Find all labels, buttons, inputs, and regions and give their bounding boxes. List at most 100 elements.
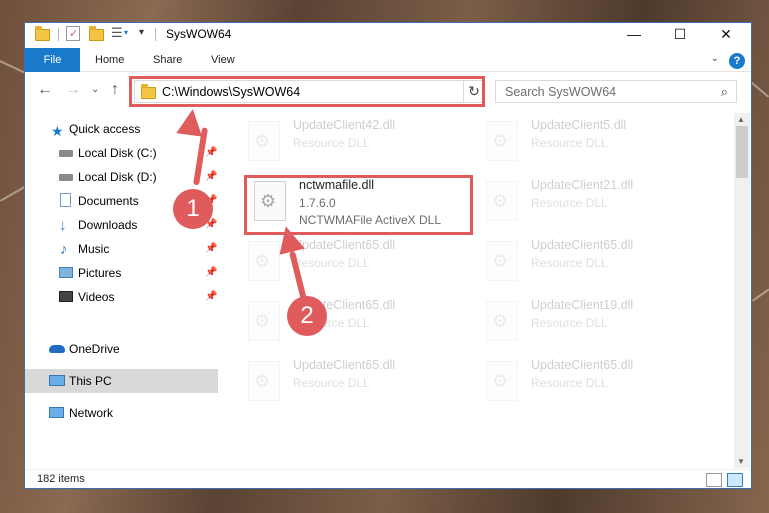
item-count: 182 items [37, 473, 85, 485]
sidebar-item-label: Downloads [78, 218, 138, 232]
address-highlight-box [129, 76, 485, 107]
sidebar-item-label: Local Disk (C:) [78, 146, 157, 160]
file-highlight-box [244, 175, 473, 235]
tab-file[interactable]: File [25, 48, 80, 72]
drive-icon [59, 150, 73, 157]
documents-icon [60, 193, 71, 207]
sidebar-item-music[interactable]: ♪ Music 📌 [25, 237, 218, 261]
ribbon-tabs: File Home Share View ⌄ ? [25, 48, 751, 72]
sidebar-item-label: Videos [78, 290, 115, 304]
sidebar-item-label: Documents [78, 194, 139, 208]
minimize-button[interactable]: — [611, 23, 657, 47]
up-arrow-icon[interactable]: ↑ [111, 81, 119, 99]
list-item[interactable]: UpdateClient65.dll Resource DLL [241, 237, 471, 297]
dll-file-icon [248, 361, 280, 401]
status-bar: 182 items [25, 469, 751, 488]
tab-home[interactable]: Home [95, 48, 124, 72]
back-arrow-icon[interactable]: ← [37, 81, 53, 99]
pin-icon[interactable]: 📌 [205, 141, 217, 165]
new-folder-icon[interactable] [89, 26, 104, 41]
list-item[interactable]: UpdateClient21.dll Resource DLL [479, 177, 709, 237]
sidebar-item-local-disk-c[interactable]: Local Disk (C:) 📌 [25, 141, 218, 165]
scroll-up-icon[interactable]: ▲ [737, 115, 745, 124]
pin-icon[interactable]: 📌 [205, 285, 217, 309]
drive-icon [59, 174, 73, 181]
file-type: Resource DLL [293, 256, 370, 270]
file-type: Resource DLL [531, 376, 608, 390]
cloud-icon [49, 345, 65, 353]
file-name: UpdateClient65.dll [531, 358, 634, 372]
list-item[interactable]: UpdateClient19.dll Resource DLL [479, 297, 709, 357]
file-name: UpdateClient65.dll [293, 358, 396, 372]
dll-file-icon [486, 361, 518, 401]
sidebar-item-videos[interactable]: Videos 📌 [25, 285, 218, 309]
dll-file-icon [248, 241, 280, 281]
videos-icon [59, 291, 73, 302]
properties-icon[interactable]: ✓ [66, 26, 80, 41]
dll-file-icon [486, 241, 518, 281]
details-view-icon[interactable] [706, 473, 722, 487]
help-button[interactable]: ? [729, 53, 745, 69]
expand-ribbon-icon[interactable]: ⌄ [711, 53, 719, 64]
dll-file-icon [486, 301, 518, 341]
sidebar-item-network[interactable]: Network [25, 401, 218, 425]
computer-icon [49, 375, 65, 386]
file-type: Resource DLL [531, 256, 608, 270]
pin-icon[interactable]: 📌 [205, 261, 217, 285]
navigation-bar: ← → ⌄ ↑ C:\Windows\SysWOW64 ⌄ ↻ Search S… [25, 73, 751, 109]
file-type: Resource DLL [531, 316, 608, 330]
file-name: UpdateClient21.dll [531, 178, 634, 192]
customize-toolbar-icon[interactable]: ☰ ▾ [111, 25, 128, 41]
list-item[interactable]: UpdateClient65.dll Resource DLL [241, 357, 471, 417]
list-item[interactable]: UpdateClient65.dll Resource DLL [479, 357, 709, 417]
pictures-icon [59, 267, 73, 278]
file-type: Resource DLL [293, 376, 370, 390]
search-icon[interactable]: ⌕ [721, 84, 728, 100]
vertical-scrollbar[interactable]: ▲ ▼ [734, 113, 750, 468]
step-badge-1: 1 [173, 189, 213, 229]
tab-share[interactable]: Share [153, 48, 182, 72]
file-name: UpdateClient42.dll [293, 118, 396, 132]
sidebar-item-label: Music [78, 242, 110, 256]
list-item[interactable]: UpdateClient5.dll Resource DLL [479, 117, 709, 177]
forward-arrow-icon[interactable]: → [65, 81, 81, 99]
file-name: UpdateClient5.dll [531, 118, 627, 132]
dll-file-icon [248, 121, 280, 161]
folder-icon[interactable] [35, 26, 50, 41]
close-button[interactable]: ✕ [703, 23, 749, 47]
pin-icon[interactable]: 📌 [205, 237, 217, 261]
maximize-button[interactable]: ☐ [657, 23, 703, 47]
sidebar-item-onedrive[interactable]: OneDrive [25, 337, 218, 361]
sidebar-item-local-disk-d[interactable]: Local Disk (D:) 📌 [25, 165, 218, 189]
dropdown-icon[interactable]: ▾ [139, 27, 144, 42]
list-item[interactable]: UpdateClient42.dll Resource DLL [241, 117, 471, 177]
tab-view[interactable]: View [211, 48, 235, 72]
window-title: SysWOW64 [166, 27, 232, 41]
list-item[interactable]: UpdateClient65.dll Resource DLL [241, 297, 471, 357]
sidebar-item-label: OneDrive [69, 342, 120, 356]
search-input[interactable]: Search SysWOW64 [505, 85, 616, 99]
sidebar-item-this-pc[interactable]: This PC [25, 369, 218, 393]
title-bar: ✓ ☰ ▾ ▾ SysWOW64 — ☐ ✕ [25, 23, 751, 47]
sidebar-item-label: Pictures [78, 266, 122, 280]
sidebar-item-label: Local Disk (D:) [78, 170, 157, 184]
file-type: Resource DLL [531, 196, 608, 210]
file-type: Resource DLL [531, 136, 608, 150]
music-icon: ♪ [60, 241, 68, 258]
search-box[interactable]: Search SysWOW64 ⌕ [495, 80, 737, 103]
sidebar-item-label: Quick access [69, 122, 141, 136]
dll-file-icon [248, 301, 280, 341]
file-name: UpdateClient65.dll [531, 238, 634, 252]
scrollbar-thumb[interactable] [736, 126, 748, 178]
sidebar-item-pictures[interactable]: Pictures 📌 [25, 261, 218, 285]
file-type: Resource DLL [293, 136, 370, 150]
dll-file-icon [486, 181, 518, 221]
large-icons-view-icon[interactable] [727, 473, 743, 487]
network-icon [49, 407, 64, 418]
recent-locations-chevron-icon[interactable]: ⌄ [91, 84, 99, 95]
scroll-down-icon[interactable]: ▼ [737, 457, 745, 466]
pin-icon[interactable]: 📌 [205, 165, 217, 189]
list-item[interactable]: UpdateClient65.dll Resource DLL [479, 237, 709, 297]
sidebar-item-label: Network [69, 406, 114, 420]
file-name: UpdateClient65.dll [293, 238, 396, 252]
